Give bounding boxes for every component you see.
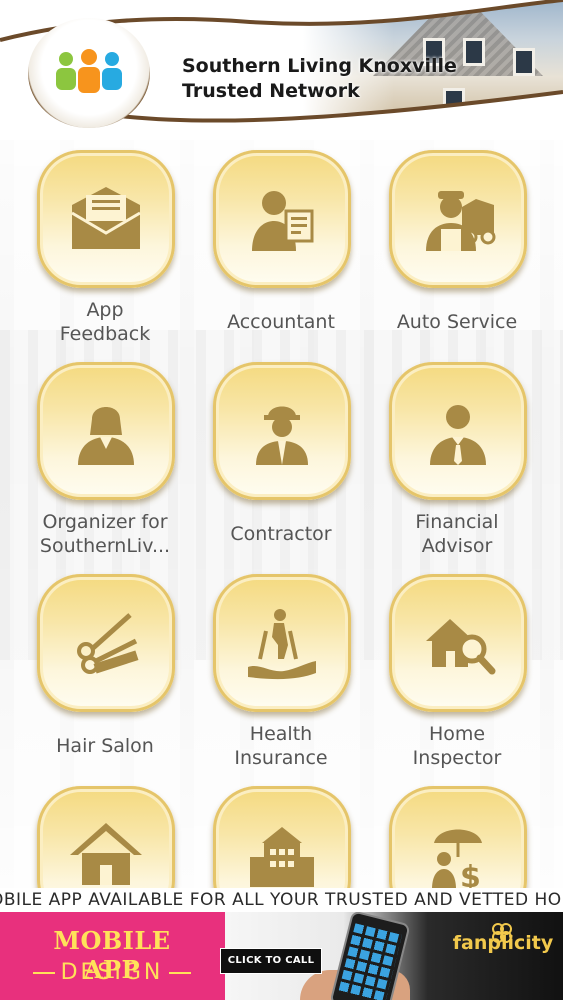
tile-label: Home Inspector [412, 723, 502, 769]
tile-label: Organizer for SouthernLiv... [39, 511, 171, 557]
tile-button[interactable] [37, 150, 175, 288]
accountant-icon [252, 191, 314, 251]
tile-button[interactable] [389, 150, 527, 288]
app-title-line1: Southern Living Knoxville [182, 55, 457, 77]
elderly-care-icon [248, 609, 316, 680]
app-title-line2: Trusted Network [182, 80, 360, 102]
tile-label: Hair Salon [56, 735, 154, 757]
hardhat-worker-icon [256, 406, 308, 465]
house-icon [70, 823, 142, 885]
insurance-umbrella-icon: $ [432, 829, 482, 895]
tile-button[interactable] [389, 574, 527, 712]
tile-label: Contractor [230, 523, 332, 545]
tile-label: Auto Service [396, 311, 518, 333]
app-title: Southern Living Knoxville Trusted Networ… [182, 54, 457, 104]
ad-subtitle: DESIGN [22, 960, 202, 985]
tile-button[interactable] [213, 150, 351, 288]
tile-label: Accountant [227, 311, 335, 333]
mechanic-icon [426, 191, 496, 251]
tile-button[interactable] [37, 362, 175, 500]
ad-brand-name: fanplicity [452, 932, 554, 954]
tile-button[interactable] [213, 574, 351, 712]
businessman-icon [430, 405, 486, 465]
tile-button[interactable] [213, 362, 351, 500]
click-to-call-button[interactable]: CLICK TO CALL [220, 948, 322, 974]
marquee-ticker: OBILE APP AVAILABLE FOR ALL YOUR TRUSTED… [0, 888, 563, 912]
tile-label: Financial Advisor [415, 511, 499, 557]
app-header: Southern Living Knoxville Trusted Networ… [0, 0, 563, 140]
scissors-comb-icon [77, 613, 139, 674]
house-magnifier-icon [426, 619, 496, 675]
tile-button[interactable] [389, 362, 527, 500]
people-group-icon [56, 49, 122, 93]
tile-label: App Feedback [59, 299, 151, 345]
envelope-icon [71, 187, 141, 249]
building-icon [250, 827, 314, 887]
tile-button[interactable] [37, 574, 175, 712]
ticker-text: OBILE APP AVAILABLE FOR ALL YOUR TRUSTED… [0, 890, 562, 910]
woman-icon [78, 407, 134, 465]
app-logo [28, 18, 150, 128]
tile-label: Health Insurance [234, 723, 328, 769]
